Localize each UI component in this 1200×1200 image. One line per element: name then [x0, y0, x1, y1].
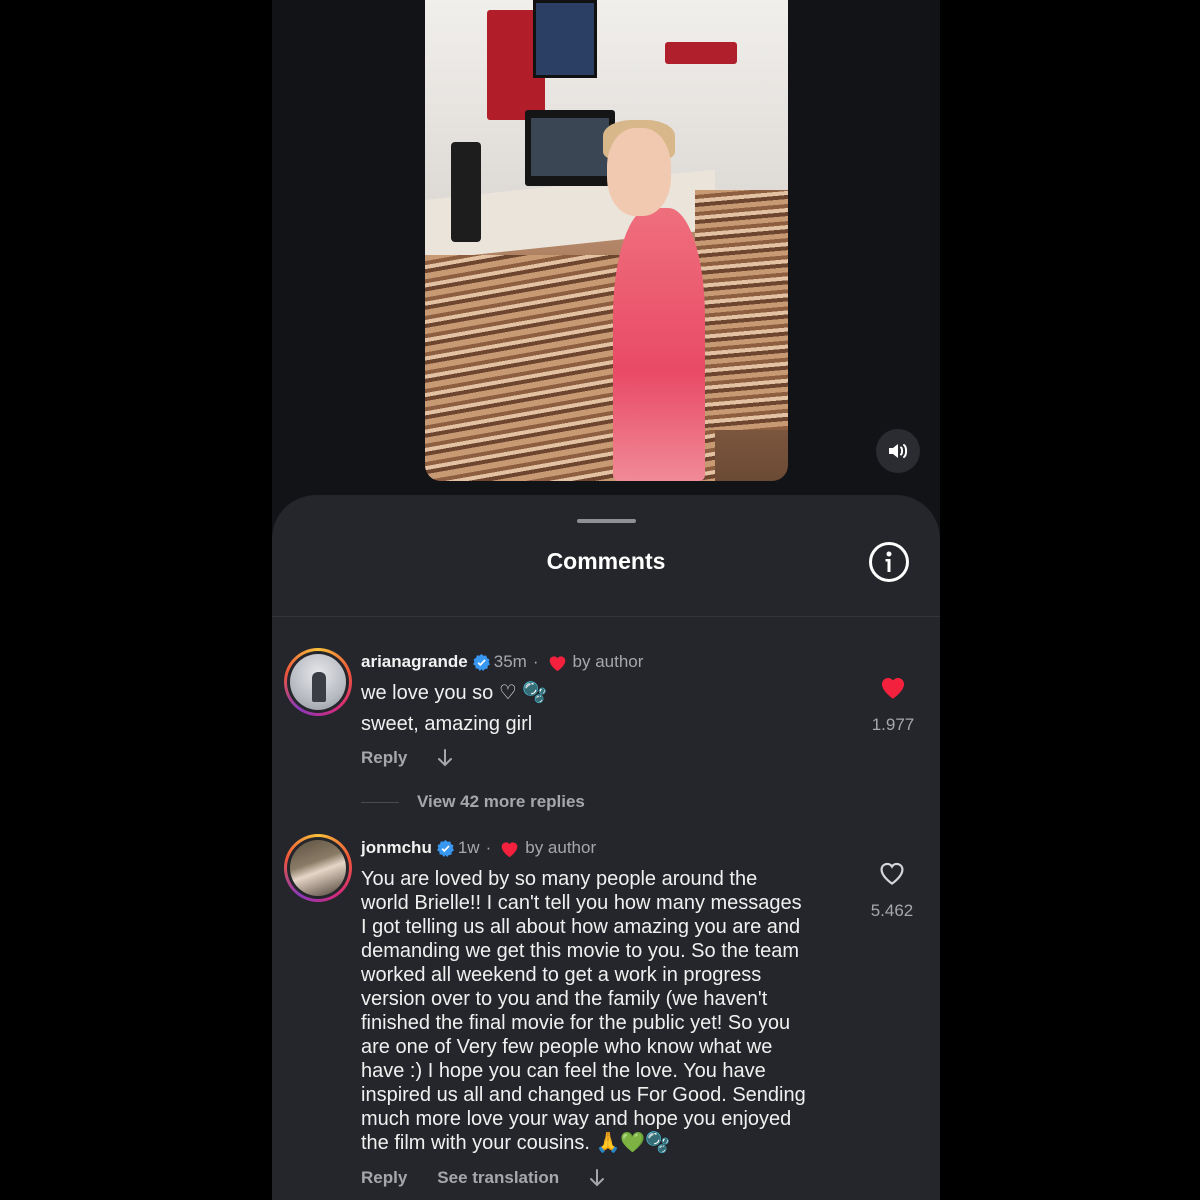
comment-line: finished the final movie for the public …	[361, 1012, 791, 1034]
avatar-image	[290, 654, 346, 710]
sound-toggle-button[interactable]	[876, 429, 920, 473]
arrow-down-icon[interactable]	[589, 1168, 605, 1188]
comment-text: You are loved by so many people around t…	[361, 867, 806, 1155]
like-column: 5.462	[856, 859, 928, 921]
comment-actions: Reply	[361, 748, 453, 768]
video-counter-wood-right	[695, 190, 788, 430]
comment-meta: arianagrande 35m · by author	[361, 652, 643, 672]
author-heart-icon	[501, 841, 518, 857]
comment-line: inspired us all and changed us For Good.…	[361, 1084, 806, 1106]
comment-line: demanding we get this movie to you. So t…	[361, 940, 800, 962]
comment-line: world Brielle!! I can't tell you how man…	[361, 892, 802, 914]
separator-dot: ·	[485, 838, 492, 857]
video-tumbler	[451, 142, 481, 242]
comment-line: You are loved by so many people around t…	[361, 868, 758, 890]
sheet-drag-handle[interactable]	[577, 519, 636, 523]
verified-badge-icon	[436, 839, 454, 857]
video-girl-face	[607, 128, 671, 216]
liked-by-author-label: by author	[525, 838, 597, 857]
avatar[interactable]	[284, 834, 352, 902]
comment-line: version over to you and the family (we h…	[361, 988, 768, 1010]
comment-line: sweet, amazing girl	[361, 713, 533, 735]
comments-sheet: Comments arianagrande 35m · by author we…	[272, 495, 940, 1200]
username[interactable]: arianagrande	[361, 652, 468, 672]
replies-line	[361, 801, 399, 803]
video-pos-display	[531, 118, 609, 176]
video-menu-screen	[533, 0, 597, 78]
see-translation-button[interactable]: See translation	[437, 1168, 559, 1188]
comment-line: worked all weekend to get a work in prog…	[361, 964, 762, 986]
comment-meta: jonmchu 1w · by author	[361, 838, 596, 858]
like-count: 5.462	[870, 901, 914, 920]
sheet-title: Comments	[546, 548, 666, 574]
like-column: 1.977	[857, 673, 929, 735]
view-more-label: View 42 more replies	[417, 792, 585, 811]
liked-by-author-label: by author	[572, 652, 644, 671]
comment-line: the film with your cousins. 🙏💚🫧	[361, 1132, 671, 1154]
comment-line: we love you so ♡ 🫧	[361, 682, 548, 704]
username[interactable]: jonmchu	[361, 838, 432, 858]
comment-line: have :) I hope you can feel the love. Yo…	[361, 1060, 766, 1082]
comment-time: 35m	[493, 652, 527, 671]
separator-dot: ·	[532, 652, 539, 671]
heart-outline-icon[interactable]	[877, 859, 907, 886]
avatar-image	[290, 840, 346, 896]
arrow-down-icon[interactable]	[437, 748, 453, 768]
speaker-icon	[889, 444, 908, 458]
author-heart-icon	[549, 655, 565, 671]
video-girl-dress	[613, 208, 705, 481]
comment-actions: Reply See translation	[361, 1168, 605, 1188]
heart-filled-icon[interactable]	[878, 673, 908, 700]
reply-button[interactable]: Reply	[361, 748, 407, 768]
comment-time: 1w	[457, 838, 480, 857]
sheet-divider	[272, 616, 940, 617]
info-icon	[885, 551, 892, 572]
video-popcorn-sign	[665, 42, 737, 64]
view-more-replies-button[interactable]: View 42 more replies	[361, 792, 585, 812]
comment-line: are one of Very few people who know what…	[361, 1036, 773, 1058]
reply-button[interactable]: Reply	[361, 1168, 407, 1188]
info-button[interactable]	[869, 542, 909, 582]
video-preview[interactable]	[425, 0, 788, 481]
comment-line: much more love your way and hope you enj…	[361, 1108, 792, 1130]
like-count: 1.977	[871, 715, 915, 734]
verified-badge-icon	[472, 653, 490, 671]
avatar[interactable]	[284, 648, 352, 716]
comment-text: we love you so ♡ 🫧 sweet, amazing girl	[361, 681, 547, 743]
phone-screen: Comments arianagrande 35m · by author we…	[272, 0, 940, 1200]
comment-line: I got telling us all about how amazing y…	[361, 916, 801, 938]
